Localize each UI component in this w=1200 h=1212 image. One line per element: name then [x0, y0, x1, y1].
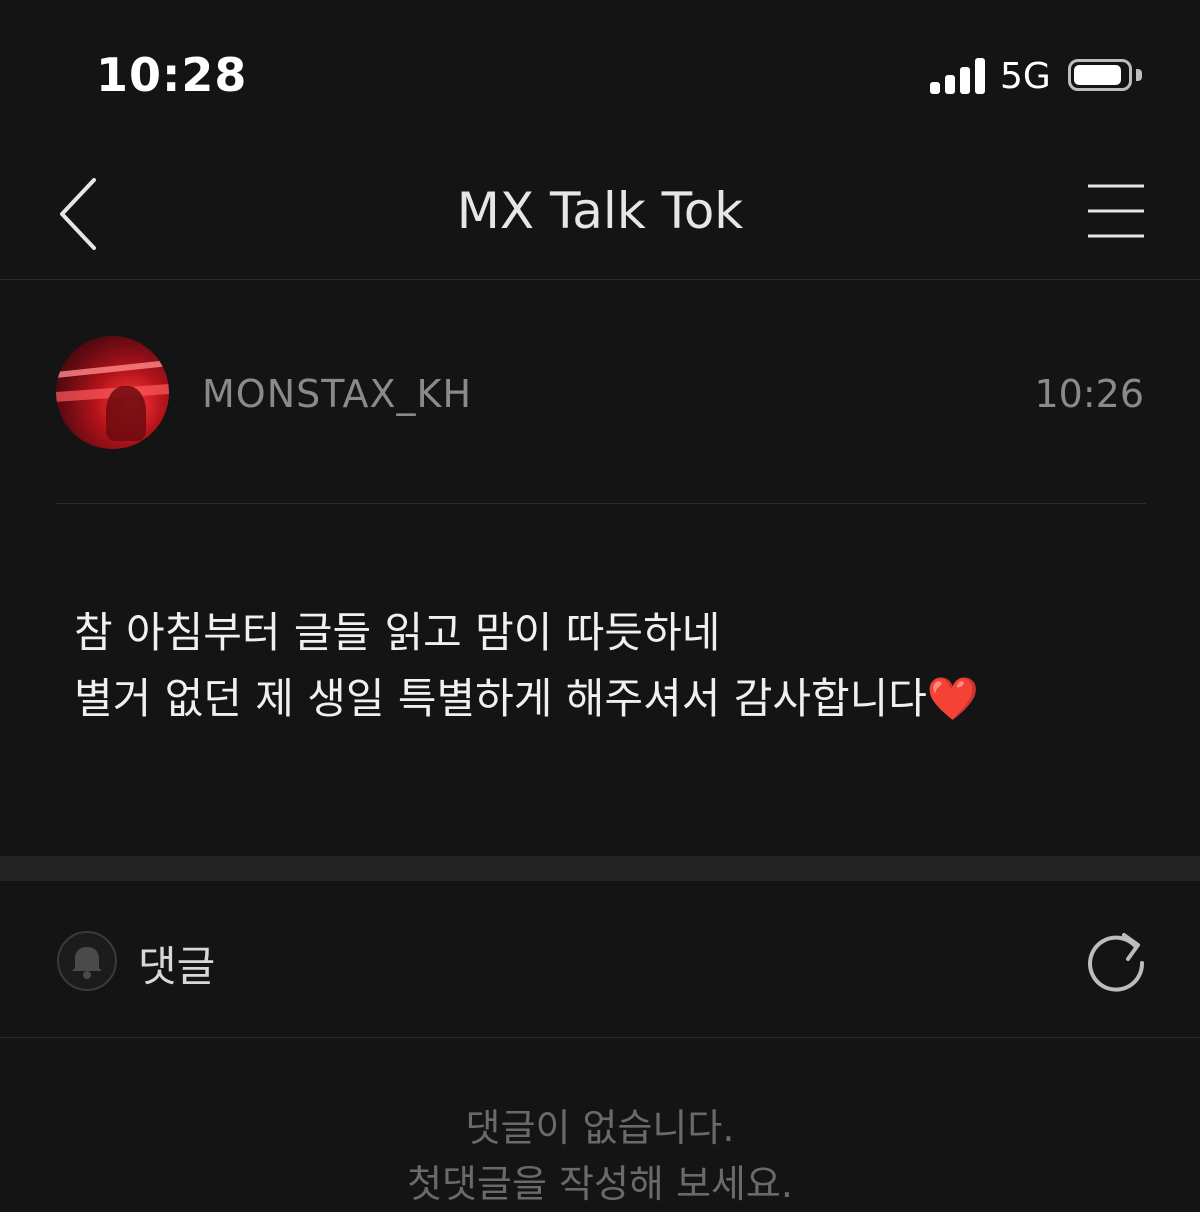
menu-button[interactable] — [1080, 180, 1152, 246]
post-timestamp: 10:26 — [1034, 372, 1144, 416]
notification-toggle[interactable] — [56, 930, 118, 992]
empty-comments-message: 댓글이 없습니다. 첫댓글을 작성해 보세요. — [0, 1100, 1200, 1212]
comments-label: 댓글 — [138, 942, 216, 991]
empty-message-line-2: 첫댓글을 작성해 보세요. — [407, 1162, 793, 1206]
page-title: MX Talk Tok — [456, 182, 744, 240]
section-separator — [0, 856, 1200, 881]
hamburger-menu-icon — [1088, 184, 1144, 238]
heart-emoji: ❤️ — [926, 674, 980, 723]
post-body-line: 참 아침부터 글들 읽고 맘이 따듯하네 — [74, 608, 721, 657]
post-body-line-with-emoji: 별거 없던 제 생일 특별하게 해주셔서 감사합니다❤️ — [74, 666, 1134, 732]
author-name[interactable]: MONSTAX_KH — [202, 372, 472, 416]
battery-cap — [1136, 69, 1142, 81]
post-header: MONSTAX_KH 10:26 — [56, 336, 1146, 450]
cellular-signal-icon — [930, 58, 986, 94]
divider — [56, 503, 1146, 504]
avatar[interactable] — [56, 336, 169, 449]
post-body: 참 아침부터 글들 읽고 맘이 따듯하네 별거 없던 제 생일 특별하게 해주셔… — [74, 600, 1134, 732]
battery-icon — [1068, 59, 1132, 91]
network-type: 5G — [1000, 56, 1051, 97]
post-body-line: 별거 없던 제 생일 특별하게 해주셔서 감사합니다 — [74, 674, 927, 723]
bell-icon — [57, 931, 117, 991]
comments-header: 댓글 — [0, 881, 1200, 1038]
nav-bar: MX Talk Tok — [0, 150, 1200, 280]
status-bar: 10:28 5G — [0, 0, 1200, 150]
empty-message-line-1: 댓글이 없습니다. — [465, 1106, 735, 1150]
refresh-button[interactable] — [1082, 927, 1150, 995]
refresh-icon — [1088, 933, 1145, 992]
chevron-left-icon — [60, 178, 96, 250]
back-button[interactable] — [48, 174, 112, 254]
status-time: 10:28 — [96, 48, 248, 102]
